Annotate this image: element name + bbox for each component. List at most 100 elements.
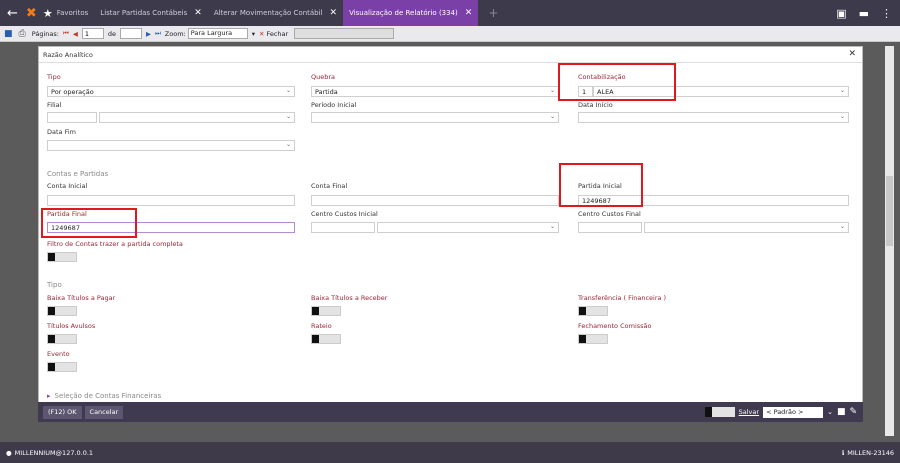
save-label[interactable]: Salvar <box>739 408 759 416</box>
conta-final-input[interactable] <box>311 195 559 206</box>
save-icon[interactable]: ■ <box>4 29 13 39</box>
chevron-down-icon: ⌄ <box>285 141 291 148</box>
page-input[interactable] <box>81 28 104 39</box>
filial-label: Filial <box>47 101 62 109</box>
rateio-toggle[interactable] <box>311 334 341 344</box>
baixa-pagar-toggle[interactable] <box>47 306 77 316</box>
filtro-contas-toggle[interactable] <box>47 252 77 262</box>
save-toggle[interactable] <box>704 407 735 417</box>
toggle-knob <box>312 335 319 343</box>
preset-select[interactable]: < Padrão > <box>763 406 824 418</box>
close-report-button[interactable]: Fechar <box>266 30 288 38</box>
info-icon: ℹ <box>841 448 845 457</box>
toggle-knob <box>48 307 55 315</box>
chevron-down-icon: ⌄ <box>549 223 555 230</box>
tipo-select[interactable]: Por operação ⌄ <box>47 86 295 97</box>
cc-inicial-code[interactable] <box>311 222 375 233</box>
rateio-label: Rateio <box>311 322 332 330</box>
cancel-button[interactable]: Cancelar <box>84 405 124 419</box>
periodo-inicial-select[interactable]: ⌄ <box>311 112 559 123</box>
contas-section-title: Contas e Partidas <box>47 170 109 178</box>
cc-final-select[interactable]: ⌄ <box>644 222 849 233</box>
quebra-label: Quebra <box>311 73 336 81</box>
tab-listar-partidas[interactable]: Listar Partidas Contábeis ✕ <box>94 0 208 26</box>
tab-alterar-movimentacao[interactable]: Alterar Movimentação Contábil ✕ <box>208 0 343 26</box>
chevron-down-icon[interactable]: ▾ <box>252 30 255 38</box>
back-icon[interactable]: ← <box>7 6 18 21</box>
selecao-contas-section[interactable]: ▸ Seleção de Contas Financeiras <box>47 392 161 400</box>
data-inicio-select[interactable]: ⌄ <box>578 112 849 123</box>
transferencia-label: Transferência ( Financeira ) <box>578 294 667 302</box>
data-fim-label: Data Fim <box>47 128 76 136</box>
next-page-icon[interactable]: ▶ <box>146 30 151 38</box>
cc-final-code[interactable] <box>578 222 642 233</box>
tipo-label: Tipo <box>47 73 61 81</box>
chevron-down-icon: ⌄ <box>549 113 555 120</box>
quebra-select[interactable]: Partida ⌄ <box>311 86 559 97</box>
conta-final-label: Conta Final <box>311 182 348 190</box>
toggle-knob <box>579 307 586 315</box>
close-icon[interactable]: ✕ <box>194 8 202 18</box>
add-tab-icon[interactable]: + <box>488 6 498 20</box>
print-icon[interactable]: ⎙ <box>19 29 26 39</box>
ok-button[interactable]: (F12) OK <box>43 405 82 419</box>
fechamento-comissao-label: Fechamento Comissão <box>578 322 652 330</box>
more-icon[interactable]: ⋮ <box>881 7 892 20</box>
chevron-down-icon: ⌄ <box>839 223 845 230</box>
conta-inicial-label: Conta Inicial <box>47 182 88 190</box>
progress-field <box>294 28 395 39</box>
toggle-knob <box>48 363 55 371</box>
scrollbar-thumb[interactable] <box>886 176 893 246</box>
data-inicio-label: Data Início <box>578 101 613 109</box>
save-preset-icon[interactable]: ■ <box>837 407 846 417</box>
filial-select[interactable]: ⌄ <box>99 112 295 123</box>
tab-visualizacao-relatorio[interactable]: Visualização de Relatório (334) ✕ <box>343 0 479 26</box>
top-bar: ← ✖ ★ Favoritos Listar Partidas Contábeis… <box>0 0 900 26</box>
highlight-box <box>558 63 676 101</box>
close-icon[interactable]: ✕ <box>330 8 338 18</box>
titulos-avulsos-label: Títulos Avulsos <box>47 322 96 330</box>
evento-toggle[interactable] <box>47 362 77 372</box>
fechamento-comissao-toggle[interactable] <box>578 334 608 344</box>
titulos-avulsos-toggle[interactable] <box>47 334 77 344</box>
chevron-down-icon: ⌄ <box>839 113 845 120</box>
user-icon: ● <box>6 448 12 457</box>
status-left: ● MILLENNIUM@127.0.0.1 <box>6 448 94 457</box>
star-icon: ★ <box>42 6 53 20</box>
filial-code[interactable] <box>47 112 97 123</box>
toggle-knob <box>48 253 55 261</box>
conta-inicial-input[interactable] <box>47 195 295 206</box>
chat-icon[interactable]: ▬ <box>859 7 869 20</box>
highlight-box <box>559 163 643 207</box>
clipboard-icon[interactable]: ▣ <box>836 7 846 20</box>
cc-inicial-select[interactable]: ⌄ <box>377 222 559 233</box>
first-page-icon[interactable]: ⏮ <box>63 29 69 38</box>
baixa-pagar-label: Baixa Títulos a Pagar <box>47 294 116 302</box>
chevron-down-icon: ⌄ <box>839 87 845 94</box>
close-report-icon[interactable]: ✕ <box>259 30 264 38</box>
data-fim-select[interactable]: ⌄ <box>47 140 295 151</box>
page-total-input[interactable] <box>119 28 142 39</box>
baixa-receber-label: Baixa Títulos a Receber <box>311 294 388 302</box>
report-toolbar: ■ ⎙ Páginas: ⏮ ◀ de ▶ ⏭ Zoom: Para Largu… <box>0 26 900 42</box>
status-right: ℹ MILLEN-23146 <box>841 448 894 457</box>
chevron-down-icon[interactable]: ⌄ <box>827 408 833 416</box>
last-page-icon[interactable]: ⏭ <box>155 29 161 38</box>
close-icon[interactable]: ✕ <box>465 8 473 18</box>
filtro-contas-label: Filtro de Contas trazer a partida comple… <box>47 240 183 248</box>
edit-preset-icon[interactable]: ✎ <box>849 407 857 417</box>
panel-footer: (F12) OK Cancelar Salvar < Padrão > ⌄ ■ … <box>38 402 863 422</box>
toggle-knob <box>579 335 586 343</box>
logo-icon: ✖ <box>25 5 37 21</box>
tab-favoritos[interactable]: ★ Favoritos <box>37 0 94 26</box>
zoom-select[interactable]: Para Largura <box>187 28 248 39</box>
baixa-receber-toggle[interactable] <box>311 306 341 316</box>
prev-page-icon[interactable]: ◀ <box>73 30 78 38</box>
transferencia-toggle[interactable] <box>578 306 608 316</box>
chevron-down-icon: ⌄ <box>549 87 555 94</box>
report-params-panel: Razão Analítico ✕ Tipo Por operação ⌄ Que… <box>38 46 863 422</box>
toggle-knob <box>312 307 319 315</box>
cc-final-label: Centro Custos Final <box>578 210 641 218</box>
vertical-scrollbar[interactable] <box>885 46 894 436</box>
close-panel-icon[interactable]: ✕ <box>848 49 856 59</box>
